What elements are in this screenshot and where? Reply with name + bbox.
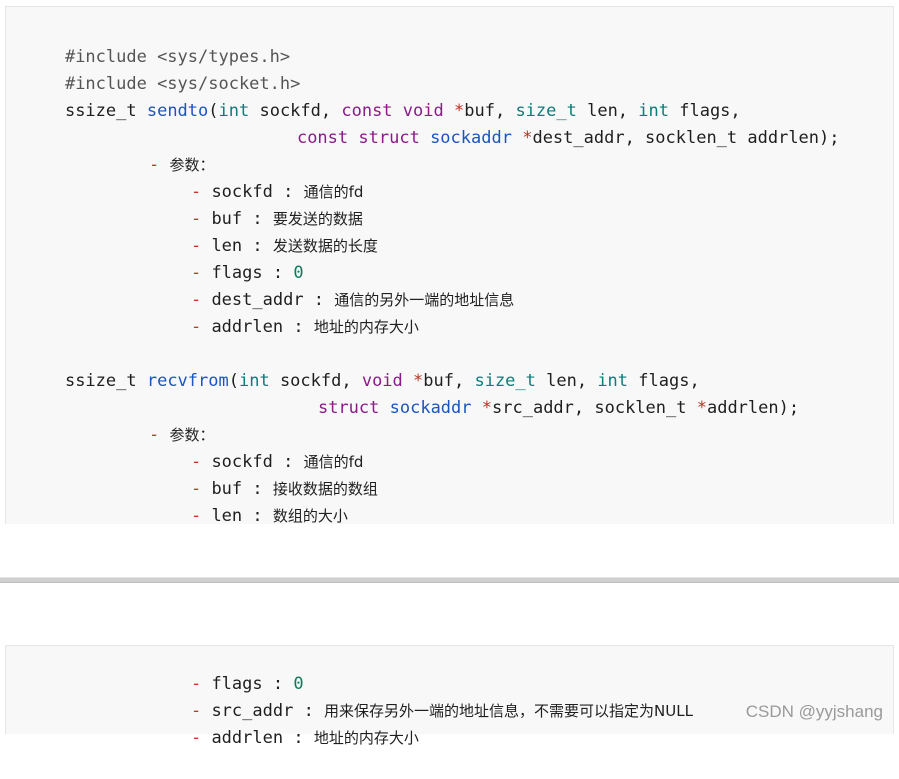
param-item: - dest_addr : 通信的另外一端的地址信息 [150, 260, 514, 310]
param-desc: 数组的大小 [272, 507, 348, 525]
param-sep: : [283, 317, 314, 337]
type-sockaddr: sockaddr [389, 398, 472, 418]
function-name-recvfrom: recvfrom [146, 371, 229, 391]
param-item: - sockfd : 通信的fd [150, 152, 363, 202]
param-name: addrlen [211, 728, 284, 748]
param-sep: : [283, 728, 314, 748]
return-type: ssize_t [64, 101, 147, 121]
params-header-sendto: - 参数： [108, 125, 215, 175]
param-item: - buf : 要发送的数据 [150, 179, 363, 229]
keyword-struct: struct [358, 128, 420, 148]
type-int: int [238, 371, 270, 391]
param-sep: : [242, 506, 273, 526]
params-header-recvfrom: - 参数： [108, 395, 215, 445]
type-sockaddr: sockaddr [430, 128, 512, 148]
param-text: dest_addr, socklen_t addrlen); [532, 128, 840, 148]
param-item: - addrlen : 地址的内存大小 [150, 287, 419, 337]
param-item: - src_addr : 用来保存另外一端的地址信息，不需要可以指定为NULL [150, 671, 693, 721]
keyword-const: const [296, 128, 349, 148]
watermark-text: CSDN @yyjshang [745, 702, 883, 721]
pointer-star: * [696, 398, 707, 418]
param-name: len [211, 506, 243, 526]
param-item: - len : 发送数据的长度 [150, 206, 378, 256]
page-divider [0, 577, 899, 583]
code-line-sendto-continuation: const struct sockaddr *dest_addr, sockle… [256, 98, 840, 148]
code-block-sendto-recvfrom: #include <sys/types.h> #include <sys/soc… [5, 6, 894, 526]
pointer-star: * [522, 128, 533, 148]
bullet: - [190, 728, 212, 748]
param-item: - sockfd : 通信的fd [150, 422, 363, 472]
code-line-include-socket: #include <sys/socket.h> [24, 44, 300, 94]
keyword-struct: struct [317, 398, 380, 418]
paren: ( [228, 371, 239, 391]
param-desc: 地址的内存大小 [313, 729, 419, 747]
function-name-sendto: sendto [146, 101, 209, 121]
param-item: - len : 数组的大小 [150, 476, 348, 526]
code-line-recvfrom-continuation: struct sockaddr *src_addr, socklen_t *ad… [277, 368, 799, 418]
type-int: int [218, 101, 250, 121]
bullet: - [190, 317, 212, 337]
param-text: src_addr, socklen_t [492, 398, 697, 418]
bullet: - [190, 506, 212, 526]
param-name: addrlen [211, 317, 284, 337]
param-item: - addrlen : 地址的内存大小 [150, 698, 419, 748]
param-item: - buf : 接收数据的数组 [150, 449, 378, 499]
param-desc: 地址的内存大小 [313, 318, 419, 336]
code-line-recvfrom-signature: ssize_t recvfrom(int sockfd, void *buf, … [24, 341, 700, 391]
param-text: addrlen); [706, 398, 800, 418]
code-line-include-types: #include <sys/types.h> [24, 17, 290, 67]
param-item: - flags : 0 [150, 233, 304, 283]
pointer-star: * [481, 398, 493, 418]
param-item: - flags : 0 [150, 644, 304, 694]
paren: ( [208, 101, 219, 121]
return-type: ssize_t [64, 371, 147, 391]
code-line-sendto-signature: ssize_t sendto(int sockfd, const void *b… [24, 71, 741, 121]
